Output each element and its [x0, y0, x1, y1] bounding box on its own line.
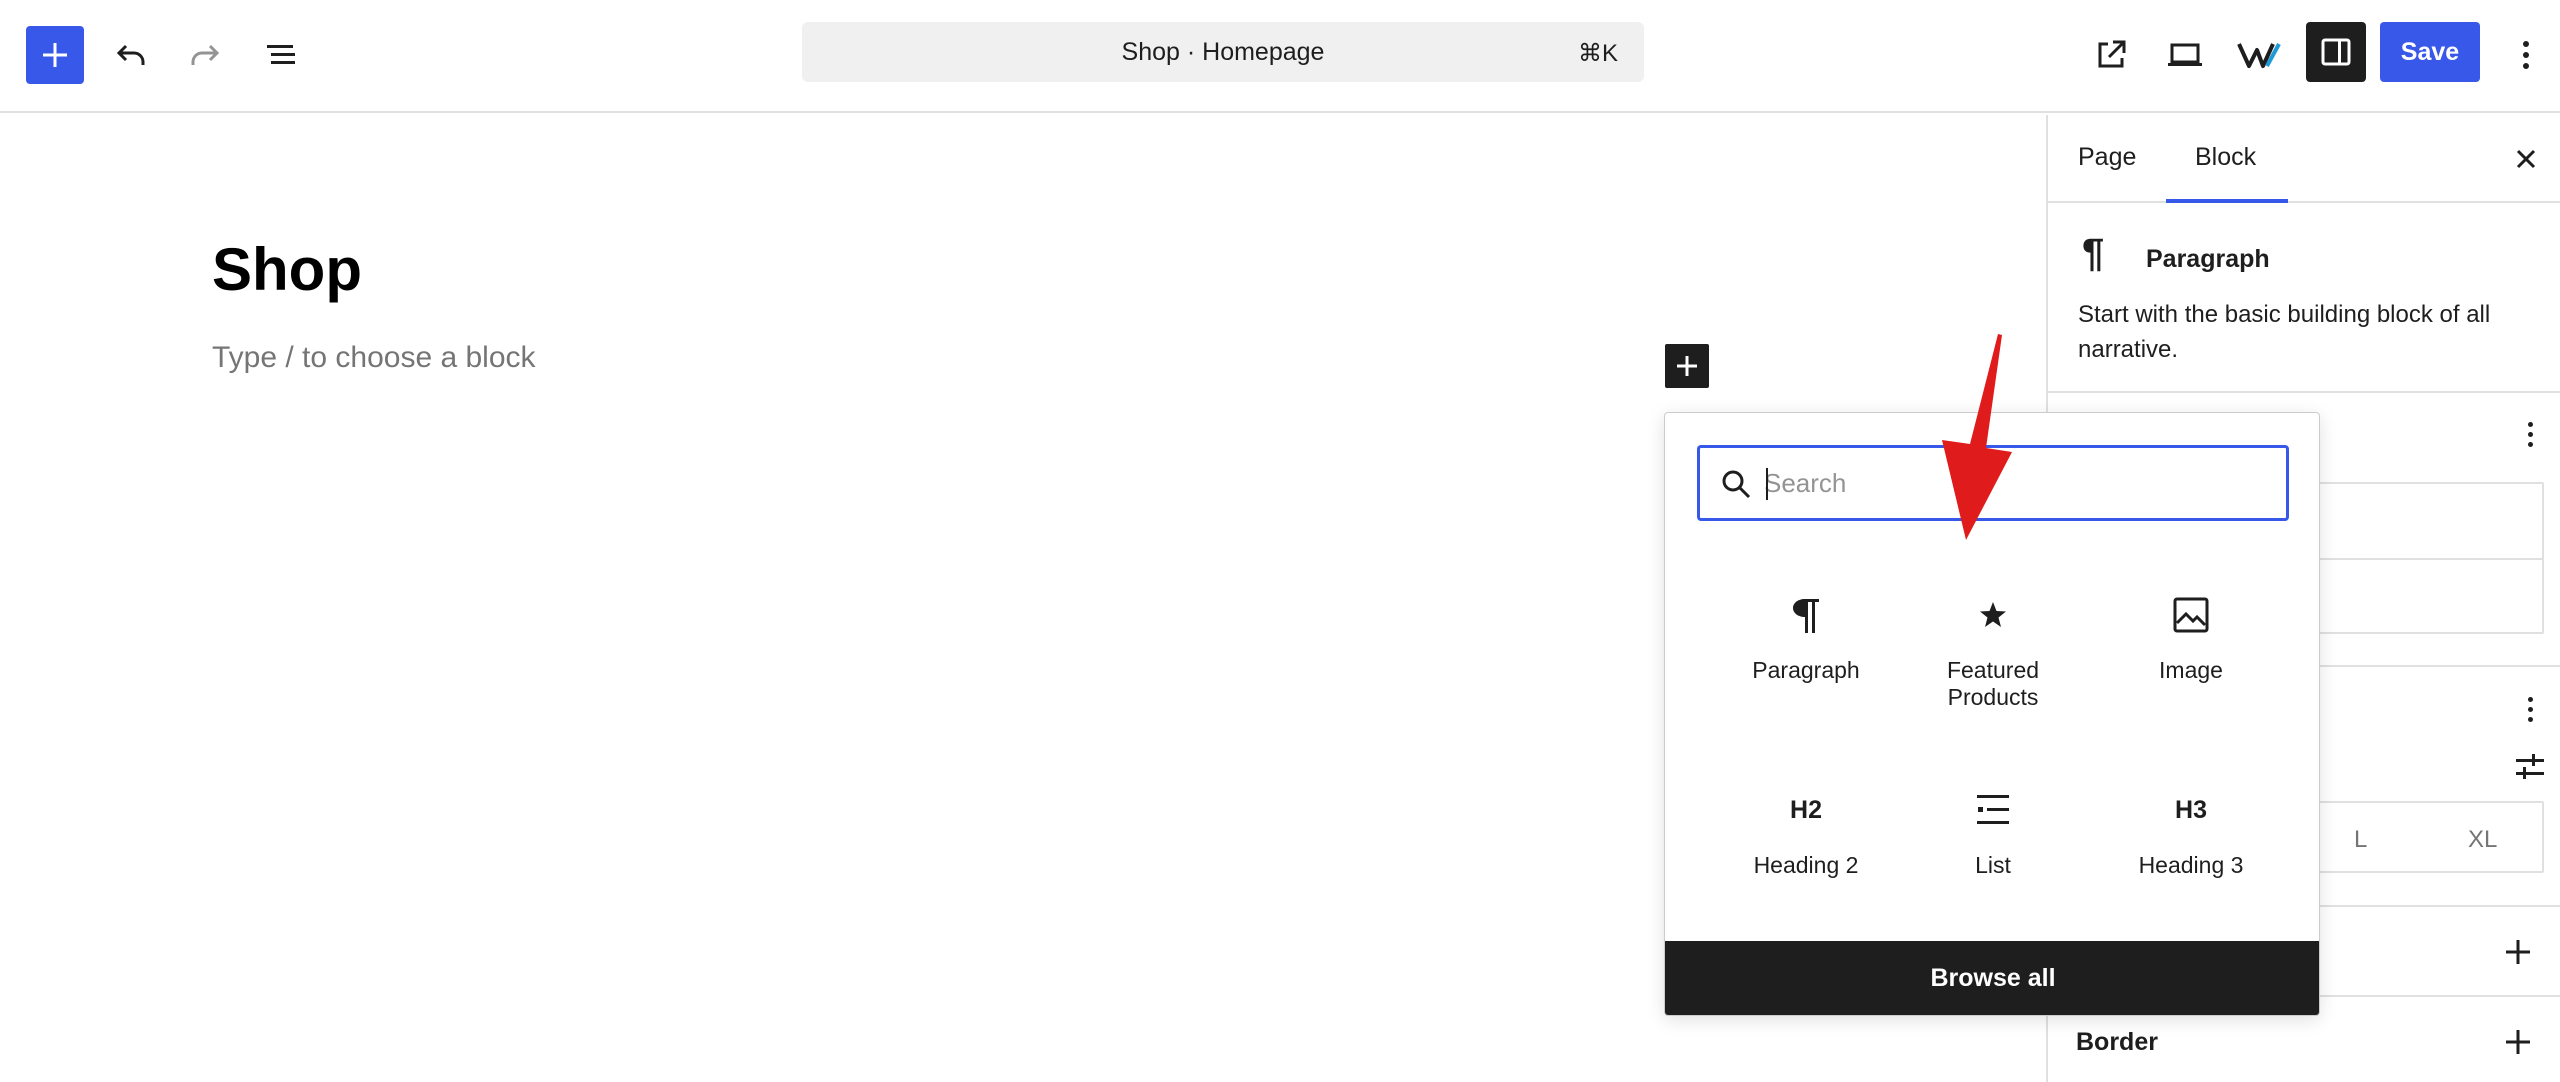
search-input[interactable] [1764, 458, 2264, 508]
block-card: ¶ Paragraph Start with the basic buildin… [2048, 205, 2560, 393]
document-overview-button[interactable] [252, 26, 310, 84]
paragraph-icon: ¶ [2082, 231, 2105, 275]
editor-top-bar: Shop · Homepage ⌘K Save [0, 0, 2560, 113]
text-caret [1766, 468, 1768, 500]
laptop-icon [2168, 43, 2202, 66]
add-border-button[interactable] [2504, 1028, 2532, 1056]
sliders-icon [2516, 754, 2544, 779]
redo-icon [191, 44, 220, 65]
block-option-label: Image [2159, 657, 2223, 683]
search-icon [1722, 470, 1751, 499]
add-panel-button[interactable] [2504, 938, 2532, 966]
command-palette-bar[interactable]: Shop · Homepage ⌘K [802, 22, 1644, 82]
block-option-label: Heading 2 [1753, 852, 1859, 878]
dot [2527, 706, 2533, 712]
inline-add-block-button[interactable] [1665, 344, 1709, 388]
plus-icon [1677, 356, 1697, 376]
block-option-heading-2[interactable]: H2 Heading 2 [1711, 768, 1901, 918]
document-title: Shop · Homepage [1121, 37, 1325, 66]
paragraph-icon [1791, 593, 1821, 637]
panel-options-button[interactable] [2518, 414, 2542, 454]
more-vertical-icon [2523, 41, 2529, 69]
star-icon [1978, 593, 2008, 637]
heading-3-icon: H3 [2175, 788, 2207, 832]
add-block-button[interactable] [26, 26, 84, 84]
font-size-xl[interactable]: XL [2468, 826, 2497, 854]
external-link-icon [2098, 40, 2126, 68]
block-option-heading-3[interactable]: H3 Heading 3 [2096, 768, 2286, 918]
plus-icon [43, 43, 67, 67]
block-card-description: Start with the basic building block of a… [2078, 301, 2491, 363]
settings-toggle-button[interactable] [2306, 22, 2366, 82]
plugin-logo-icon [2237, 43, 2281, 68]
heading-2-icon: H2 [1790, 788, 1822, 832]
device-preview-button[interactable] [2156, 26, 2214, 84]
page-title[interactable]: Shop [212, 235, 362, 304]
font-size-l[interactable]: L [2354, 826, 2367, 854]
block-option-label: Heading 3 [2138, 852, 2244, 878]
plugin-button[interactable] [2230, 26, 2288, 84]
plus-icon [2506, 940, 2530, 964]
dot [2527, 441, 2533, 447]
dot [2527, 716, 2533, 722]
close-sidebar-button[interactable] [2510, 143, 2542, 175]
view-page-button[interactable] [2082, 26, 2140, 84]
dot [2527, 431, 2533, 437]
list-icon [1975, 788, 2011, 832]
block-search-box[interactable] [1697, 445, 2289, 521]
block-option-label: Paragraph [1752, 657, 1860, 683]
options-button[interactable] [2496, 26, 2556, 84]
block-card-title: Paragraph [2146, 245, 2270, 273]
sidebar-tabs: Page Block [2048, 115, 2560, 203]
block-option-paragraph[interactable]: Paragraph [1711, 573, 1901, 723]
sidebar-toggle-icon [2321, 38, 2351, 66]
heading-2-icon-text: H2 [1790, 795, 1822, 824]
close-icon [2516, 149, 2536, 169]
tab-page[interactable]: Page [2078, 143, 2136, 172]
block-placeholder[interactable]: Type / to choose a block [212, 341, 536, 375]
panel-options-button[interactable] [2518, 689, 2542, 729]
heading-3-icon-text: H3 [2175, 795, 2207, 824]
undo-button[interactable] [102, 26, 160, 84]
block-option-featured-products[interactable]: Featured Products [1898, 573, 2088, 723]
plus-icon [2506, 1030, 2530, 1054]
block-option-image[interactable]: Image [2096, 573, 2286, 723]
dot [2527, 421, 2533, 427]
undo-icon [116, 44, 145, 65]
block-option-label: Featured Products [1946, 657, 2040, 710]
save-button[interactable]: Save [2380, 22, 2480, 82]
border-panel-title[interactable]: Border [2076, 1028, 2158, 1057]
image-icon [2172, 593, 2210, 637]
browse-all-button[interactable]: Browse all [1665, 941, 2319, 1015]
custom-size-button[interactable] [2514, 753, 2546, 781]
quick-inserter: Paragraph Featured Products Image H2 Hea… [1664, 412, 2320, 1016]
active-tab-indicator [2166, 199, 2288, 203]
block-option-label: List [1975, 852, 2011, 878]
list-view-icon [267, 45, 295, 64]
redo-button[interactable] [176, 26, 234, 84]
dot [2527, 696, 2533, 702]
tab-block[interactable]: Block [2195, 143, 2256, 172]
block-option-list[interactable]: List [1898, 768, 2088, 918]
command-shortcut: ⌘K [1577, 40, 1618, 67]
